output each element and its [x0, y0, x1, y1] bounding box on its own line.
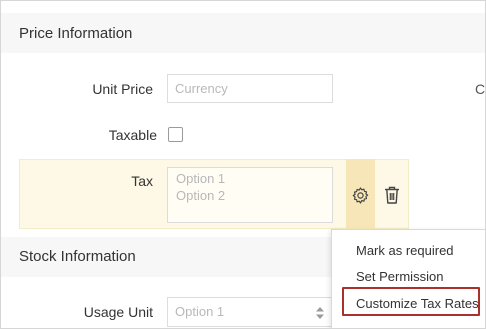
- unit-price-input[interactable]: Currency: [167, 74, 333, 103]
- tax-option: Option 1: [176, 171, 226, 186]
- stock-section-title: Stock Information: [19, 248, 136, 265]
- usage-unit-label: Usage Unit: [83, 304, 153, 320]
- taxable-checkbox[interactable]: [168, 127, 183, 142]
- price-section-title: Price Information: [19, 25, 133, 42]
- gear-icon: [352, 187, 369, 204]
- menu-item-mark-required[interactable]: Mark as required: [356, 243, 454, 258]
- menu-item-set-permission[interactable]: Set Permission: [356, 269, 443, 284]
- taxable-label: Taxable: [108, 127, 157, 143]
- field-settings-button[interactable]: [346, 159, 375, 229]
- unit-price-label: Unit Price: [92, 81, 153, 97]
- updown-arrows-icon: [316, 307, 324, 319]
- usage-unit-select[interactable]: Option 1: [167, 297, 333, 327]
- field-layout-panel: Price Information Unit Price Currency C …: [0, 0, 486, 329]
- usage-unit-value: Option 1: [175, 304, 225, 319]
- tax-option: Option 2: [176, 188, 226, 203]
- trash-icon[interactable]: [384, 186, 400, 204]
- tax-multiselect[interactable]: Option 1 Option 2: [167, 167, 333, 223]
- price-section-header: Price Information: [1, 13, 485, 53]
- highlight-box: [342, 287, 480, 316]
- tax-label: Tax: [131, 173, 153, 189]
- truncated-field-label: C: [475, 81, 486, 97]
